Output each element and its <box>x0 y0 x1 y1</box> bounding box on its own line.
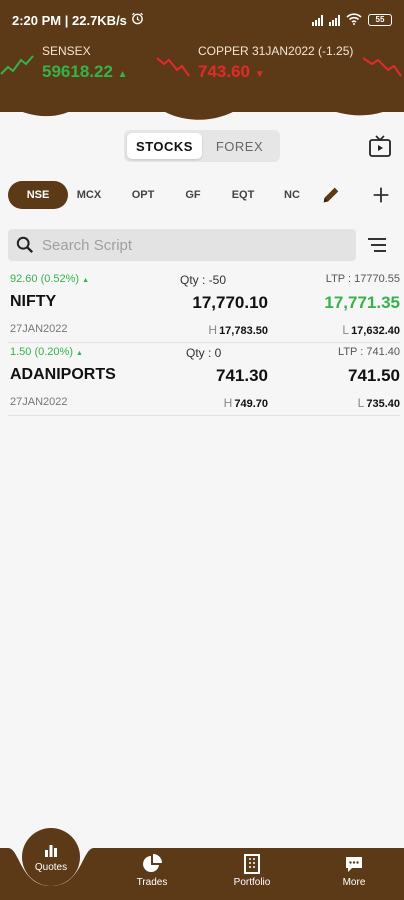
quote-expiry: 27JAN2022 <box>10 323 68 335</box>
alarm-icon <box>131 12 144 28</box>
battery-icon: 55 <box>368 14 392 26</box>
quote-low: L 17,632.40 <box>342 323 400 337</box>
bar-chart-icon <box>45 844 57 857</box>
search-bar <box>8 229 356 261</box>
signal-icon <box>312 14 323 26</box>
quote-bid: 741.30 <box>216 366 268 385</box>
tv-icon[interactable] <box>368 134 392 158</box>
nav-more-label: More <box>342 877 366 888</box>
quote-high: H 749.70 <box>223 396 268 410</box>
chip-eqt[interactable]: EQT <box>226 181 260 209</box>
quote-low: L 735.40 <box>357 396 400 410</box>
uptrend-sparkline-icon <box>0 55 34 75</box>
quote-ltp: LTP : 741.40 <box>338 346 400 358</box>
quote-ask: 741.50 <box>348 366 400 385</box>
nav-trades[interactable]: Trades <box>122 854 182 888</box>
search-input[interactable] <box>42 236 332 254</box>
chip-nse[interactable]: NSE <box>8 181 68 209</box>
chip-mcx[interactable]: MCX <box>70 181 108 209</box>
ticker-item-sensex[interactable]: SENSEX 59618.22 ▲ <box>42 44 128 82</box>
quote-symbol: NIFTY <box>10 293 57 310</box>
ticker-label: COPPER 31JAN2022 (-1.25) <box>198 44 354 58</box>
quote-expiry: 27JAN2022 <box>10 396 68 408</box>
quote-change: 92.60 (0.52%) ▲ <box>10 273 90 285</box>
quote-row-adaniports[interactable]: 1.50 (0.20%) ▲ Qty : 0 LTP : 741.40 ADAN… <box>0 346 404 418</box>
nav-trades-label: Trades <box>136 877 168 888</box>
quote-bid: 17,770.10 <box>192 293 268 312</box>
signal-icon-2 <box>329 14 340 26</box>
status-bar: 2:20 PM | 22.7KB/s 55 <box>0 0 404 40</box>
chip-nc[interactable]: NC <box>280 181 304 209</box>
building-icon <box>244 854 260 874</box>
quote-ltp: LTP : 17770.55 <box>325 273 400 285</box>
market-ticker[interactable]: SENSEX 59618.22 ▲ COPPER 31JAN2022 (-1.2… <box>0 44 404 94</box>
chat-bubble-icon <box>346 857 362 872</box>
tab-forex[interactable]: FOREX <box>202 133 277 159</box>
add-icon[interactable] <box>370 184 392 206</box>
chip-gf[interactable]: GF <box>178 181 208 209</box>
quote-change: 1.50 (0.20%) ▲ <box>10 346 83 358</box>
nav-quotes-label: Quotes <box>34 861 68 873</box>
row-divider <box>8 415 400 416</box>
ticker-label: SENSEX <box>42 44 91 58</box>
sort-menu-icon[interactable] <box>366 234 388 256</box>
quote-high: H 17,783.50 <box>208 323 268 337</box>
nav-more[interactable]: More <box>324 854 384 888</box>
edit-pencil-icon[interactable] <box>320 184 342 206</box>
nav-quotes[interactable]: Quotes <box>22 828 80 886</box>
nav-portfolio[interactable]: Portfolio <box>222 854 282 888</box>
chip-opt[interactable]: OPT <box>124 181 162 209</box>
status-left: 2:20 PM | 22.7KB/s <box>12 12 144 28</box>
search-icon <box>16 236 34 254</box>
quote-qty: Qty : -50 <box>180 273 227 287</box>
pie-chart-icon <box>143 854 162 872</box>
quote-qty: Qty : 0 <box>186 346 222 360</box>
downtrend-sparkline-icon <box>156 57 190 77</box>
ticker-value: 59618.22 ▲ <box>42 62 128 81</box>
ticker-item-copper[interactable]: COPPER 31JAN2022 (-1.25) 743.60 ▼ <box>198 44 353 82</box>
wifi-icon <box>346 12 362 28</box>
status-right: 55 <box>312 12 392 28</box>
quote-ask: 17,771.35 <box>324 293 400 312</box>
quote-symbol: ADANIPORTS <box>10 366 116 383</box>
ticker-value: 743.60 ▼ <box>198 62 265 81</box>
header-wave <box>0 88 404 120</box>
tab-stocks[interactable]: STOCKS <box>127 133 202 159</box>
status-time-speed: 2:20 PM | 22.7KB/s <box>12 12 127 28</box>
quote-row-nifty[interactable]: 92.60 (0.52%) ▲ Qty : -50 LTP : 17770.55… <box>0 273 404 345</box>
row-divider <box>8 342 400 343</box>
downtrend-sparkline-icon <box>362 57 402 77</box>
market-segment-toggle: STOCKS FOREX <box>124 130 280 162</box>
nav-portfolio-label: Portfolio <box>233 877 271 888</box>
exchange-chips: NSE MCX OPT GF EQT NC <box>8 181 404 209</box>
